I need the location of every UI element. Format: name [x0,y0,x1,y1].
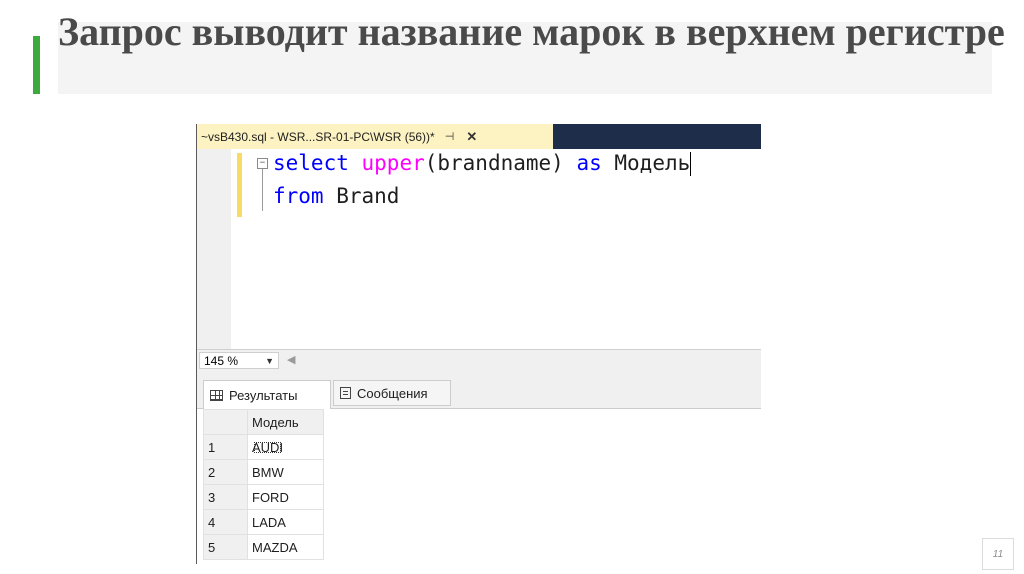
tab-messages-label: Сообщения [357,385,428,401]
table-row: 5 MAZDA [203,534,324,560]
table-name: Brand [323,184,400,208]
document-tab-title: ~vsB430.sql - WSR...SR-01-PC\WSR (56))* [201,129,435,144]
row-number[interactable]: 3 [203,484,248,510]
collapse-icon[interactable]: − [257,158,268,169]
accent-bar [33,36,40,94]
tab-messages[interactable]: Сообщения [333,380,451,406]
table-row: 3 FORD [203,484,324,510]
tab-results-label: Результаты [229,387,298,403]
grid-cell-value: AUDI [252,439,284,455]
change-indicator [237,153,242,217]
tab-results[interactable]: Результаты [203,380,331,409]
ssms-window: ~vsB430.sql - WSR...SR-01-PC\WSR (56))* … [196,124,761,564]
code-args: (brandname) [424,151,577,175]
results-grid-area: Модель 1 AUDI 2 BMW 3 FORD 4 LADA 5 MAZD… [197,409,761,564]
editor-status-row: 145 % ▼ ◀ [197,349,761,372]
editor-margin [197,149,231,349]
grid-cell[interactable]: AUDI [247,434,324,460]
document-tab-bar: ~vsB430.sql - WSR...SR-01-PC\WSR (56))* … [197,124,761,149]
grid-header-row: Модель [203,409,324,435]
query-editor[interactable]: − select upper(brandname) as Модель from… [197,149,761,349]
zoom-select[interactable]: 145 % ▼ [199,352,279,369]
document-tab[interactable]: ~vsB430.sql - WSR...SR-01-PC\WSR (56))* … [197,124,553,149]
row-number[interactable]: 2 [203,459,248,485]
grid-cell[interactable]: FORD [247,484,324,510]
column-alias: Модель [601,151,691,175]
table-row: 1 AUDI [203,434,324,460]
table-row: 4 LADA [203,509,324,535]
results-tab-bar: Результаты Сообщения [197,372,761,409]
code-line-2[interactable]: from Brand [273,184,399,208]
chevron-down-icon[interactable]: ▼ [265,353,274,370]
column-header[interactable]: Модель [247,409,324,435]
grid-cell[interactable]: MAZDA [247,534,324,560]
table-row: 2 BMW [203,459,324,485]
messages-icon [340,387,351,399]
row-header-corner[interactable] [203,409,248,435]
results-grid: Модель 1 AUDI 2 BMW 3 FORD 4 LADA 5 MAZD… [203,409,324,560]
keyword-select: select [273,151,349,175]
fold-line [262,169,263,211]
grid-cell[interactable]: BMW [247,459,324,485]
grid-icon [210,389,223,401]
row-number[interactable]: 4 [203,509,248,535]
zoom-value: 145 % [204,354,239,368]
row-number[interactable]: 5 [203,534,248,560]
pin-icon[interactable]: ⊣ [445,130,455,143]
page-number: 11 [982,538,1014,570]
close-icon[interactable]: ✕ [466,129,477,145]
text-caret [690,152,692,176]
function-upper: upper [361,151,425,175]
slide-title: Запрос выводит название марок в верхнем … [58,9,1005,54]
scroll-left-icon[interactable]: ◀ [287,353,295,366]
keyword-as: as [576,151,602,175]
code-line-1[interactable]: select upper(brandname) as Модель [273,151,692,176]
keyword-from: from [273,184,324,208]
row-number[interactable]: 1 [203,434,248,460]
grid-cell[interactable]: LADA [247,509,324,535]
